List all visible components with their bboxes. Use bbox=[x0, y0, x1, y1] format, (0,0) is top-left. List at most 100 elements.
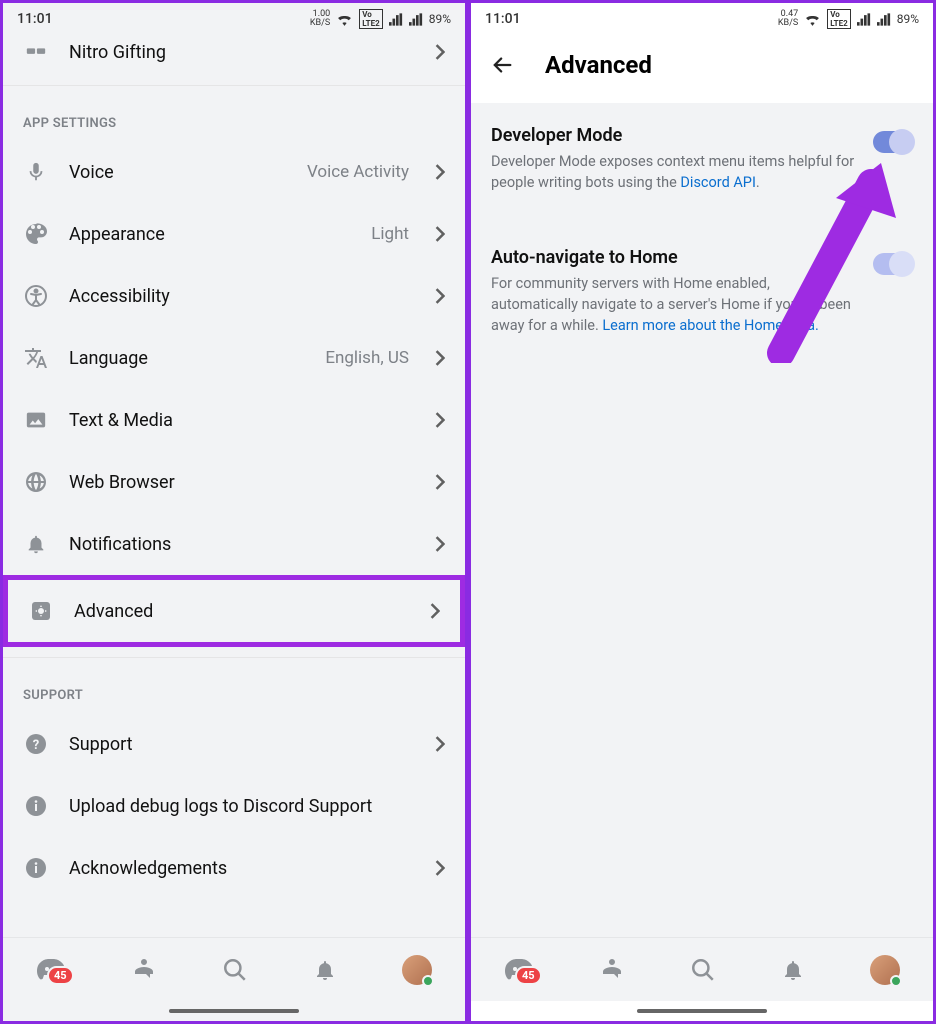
chevron-right-icon bbox=[435, 860, 445, 876]
signal-icon bbox=[857, 13, 871, 26]
row-label: Voice bbox=[69, 162, 287, 183]
setting-description: Developer Mode exposes context menu item… bbox=[491, 151, 857, 193]
chevron-right-icon bbox=[435, 164, 445, 180]
clock: 11:01 bbox=[17, 11, 53, 27]
row-accessibility[interactable]: Accessibility bbox=[3, 265, 465, 327]
row-advanced[interactable]: Advanced bbox=[8, 580, 460, 642]
chevron-right-icon bbox=[435, 350, 445, 366]
chevron-right-icon bbox=[435, 288, 445, 304]
status-bar: 11:01 0.47KB/S VoLTE2 89% bbox=[471, 3, 933, 35]
row-value: English, US bbox=[325, 348, 409, 368]
gesture-bar bbox=[3, 1001, 465, 1021]
chevron-right-icon bbox=[435, 536, 445, 552]
row-value: Light bbox=[371, 224, 409, 244]
row-appearance[interactable]: Appearance Light bbox=[3, 203, 465, 265]
signal-icon-2 bbox=[877, 13, 891, 26]
lte-icon: VoLTE2 bbox=[359, 9, 383, 29]
row-acknowledgements[interactable]: Acknowledgements bbox=[3, 837, 465, 889]
nav-home[interactable]: 45 bbox=[36, 958, 66, 982]
gesture-bar bbox=[471, 1001, 933, 1021]
status-icons: 1.00KB/S VoLTE2 89% bbox=[310, 9, 451, 29]
nav-home[interactable]: 45 bbox=[504, 958, 534, 982]
row-nitro-gifting[interactable]: Nitro Gifting bbox=[3, 35, 465, 79]
notification-badge: 45 bbox=[515, 966, 542, 985]
row-label: Notifications bbox=[69, 534, 415, 555]
nav-profile[interactable] bbox=[870, 955, 900, 985]
nav-search[interactable] bbox=[222, 957, 248, 983]
row-upload-debug[interactable]: Upload debug logs to Discord Support bbox=[3, 775, 465, 837]
discord-api-link[interactable]: Discord API bbox=[680, 174, 756, 191]
row-voice[interactable]: Voice Voice Activity bbox=[3, 141, 465, 203]
left-screen-settings: 11:01 1.00KB/S VoLTE2 89% Nitro Gifting … bbox=[0, 0, 468, 1024]
highlight-advanced: Advanced bbox=[3, 575, 465, 647]
right-screen-advanced: 11:01 0.47KB/S VoLTE2 89% Advanced Devel… bbox=[468, 0, 936, 1024]
language-icon bbox=[23, 345, 49, 371]
signal-icon bbox=[389, 13, 403, 26]
row-label: Web Browser bbox=[69, 472, 415, 493]
chevron-right-icon bbox=[435, 412, 445, 428]
status-bar: 11:01 1.00KB/S VoLTE2 89% bbox=[3, 3, 465, 35]
avatar bbox=[870, 955, 900, 985]
setting-title: Developer Mode bbox=[491, 125, 857, 146]
page-title: Advanced bbox=[545, 51, 652, 79]
chevron-right-icon bbox=[435, 226, 445, 242]
row-label: Appearance bbox=[69, 224, 351, 245]
toggle-developer-mode[interactable] bbox=[873, 131, 913, 153]
nav-notifications[interactable] bbox=[781, 957, 805, 983]
bell-icon bbox=[23, 531, 49, 557]
row-web-browser[interactable]: Web Browser bbox=[3, 451, 465, 513]
wifi-icon bbox=[804, 13, 821, 26]
back-button[interactable] bbox=[491, 54, 515, 76]
section-header-app-settings: APP SETTINGS bbox=[3, 92, 465, 141]
row-value: Voice Activity bbox=[307, 162, 409, 182]
signal-icon-2 bbox=[409, 13, 423, 26]
chevron-right-icon bbox=[430, 603, 440, 619]
row-label: Advanced bbox=[74, 601, 410, 622]
info-icon bbox=[23, 793, 49, 819]
home-beta-link[interactable]: Learn more about the Home beta. bbox=[602, 317, 819, 334]
row-label: Text & Media bbox=[69, 410, 415, 431]
advanced-settings-list: Developer Mode Developer Mode exposes co… bbox=[471, 103, 933, 937]
nav-notifications[interactable] bbox=[313, 957, 337, 983]
row-label: Nitro Gifting bbox=[69, 42, 415, 63]
row-support[interactable]: ? Support bbox=[3, 713, 465, 775]
setting-description: For community servers with Home enabled,… bbox=[491, 273, 857, 336]
notification-badge: 45 bbox=[47, 966, 74, 985]
row-notifications[interactable]: Notifications bbox=[3, 513, 465, 575]
row-label: Accessibility bbox=[69, 286, 415, 307]
accessibility-icon bbox=[23, 283, 49, 309]
wifi-icon bbox=[336, 13, 353, 26]
chevron-right-icon bbox=[435, 736, 445, 752]
row-text-media[interactable]: Text & Media bbox=[3, 389, 465, 451]
divider bbox=[3, 657, 465, 658]
row-language[interactable]: Language English, US bbox=[3, 327, 465, 389]
palette-icon bbox=[23, 221, 49, 247]
section-header-support: SUPPORT bbox=[3, 664, 465, 713]
chevron-right-icon bbox=[435, 474, 445, 490]
nav-search[interactable] bbox=[690, 957, 716, 983]
row-label: Upload debug logs to Discord Support bbox=[69, 796, 445, 817]
setting-developer-mode[interactable]: Developer Mode Developer Mode exposes co… bbox=[471, 119, 933, 211]
help-icon: ? bbox=[23, 731, 49, 757]
setting-title: Auto-navigate to Home bbox=[491, 247, 857, 268]
nav-friends[interactable] bbox=[131, 958, 157, 982]
nav-profile[interactable] bbox=[402, 955, 432, 985]
globe-icon bbox=[23, 469, 49, 495]
gear-box-icon bbox=[28, 598, 54, 624]
nav-friends[interactable] bbox=[599, 958, 625, 982]
bottom-nav: 45 bbox=[3, 937, 465, 1001]
row-label: Support bbox=[69, 734, 415, 755]
image-icon bbox=[23, 407, 49, 433]
battery-text: 89% bbox=[897, 12, 919, 26]
gift-icon bbox=[23, 39, 49, 65]
bottom-nav: 45 bbox=[471, 937, 933, 1001]
toggle-auto-navigate[interactable] bbox=[873, 253, 913, 275]
clock: 11:01 bbox=[485, 11, 521, 27]
avatar bbox=[402, 955, 432, 985]
lte-icon: VoLTE2 bbox=[827, 9, 851, 29]
chevron-right-icon bbox=[435, 44, 445, 60]
battery-text: 89% bbox=[429, 12, 451, 26]
settings-list[interactable]: Nitro Gifting APP SETTINGS Voice Voice A… bbox=[3, 35, 465, 937]
setting-auto-navigate[interactable]: Auto-navigate to Home For community serv… bbox=[471, 241, 933, 354]
page-header: Advanced bbox=[471, 35, 933, 103]
